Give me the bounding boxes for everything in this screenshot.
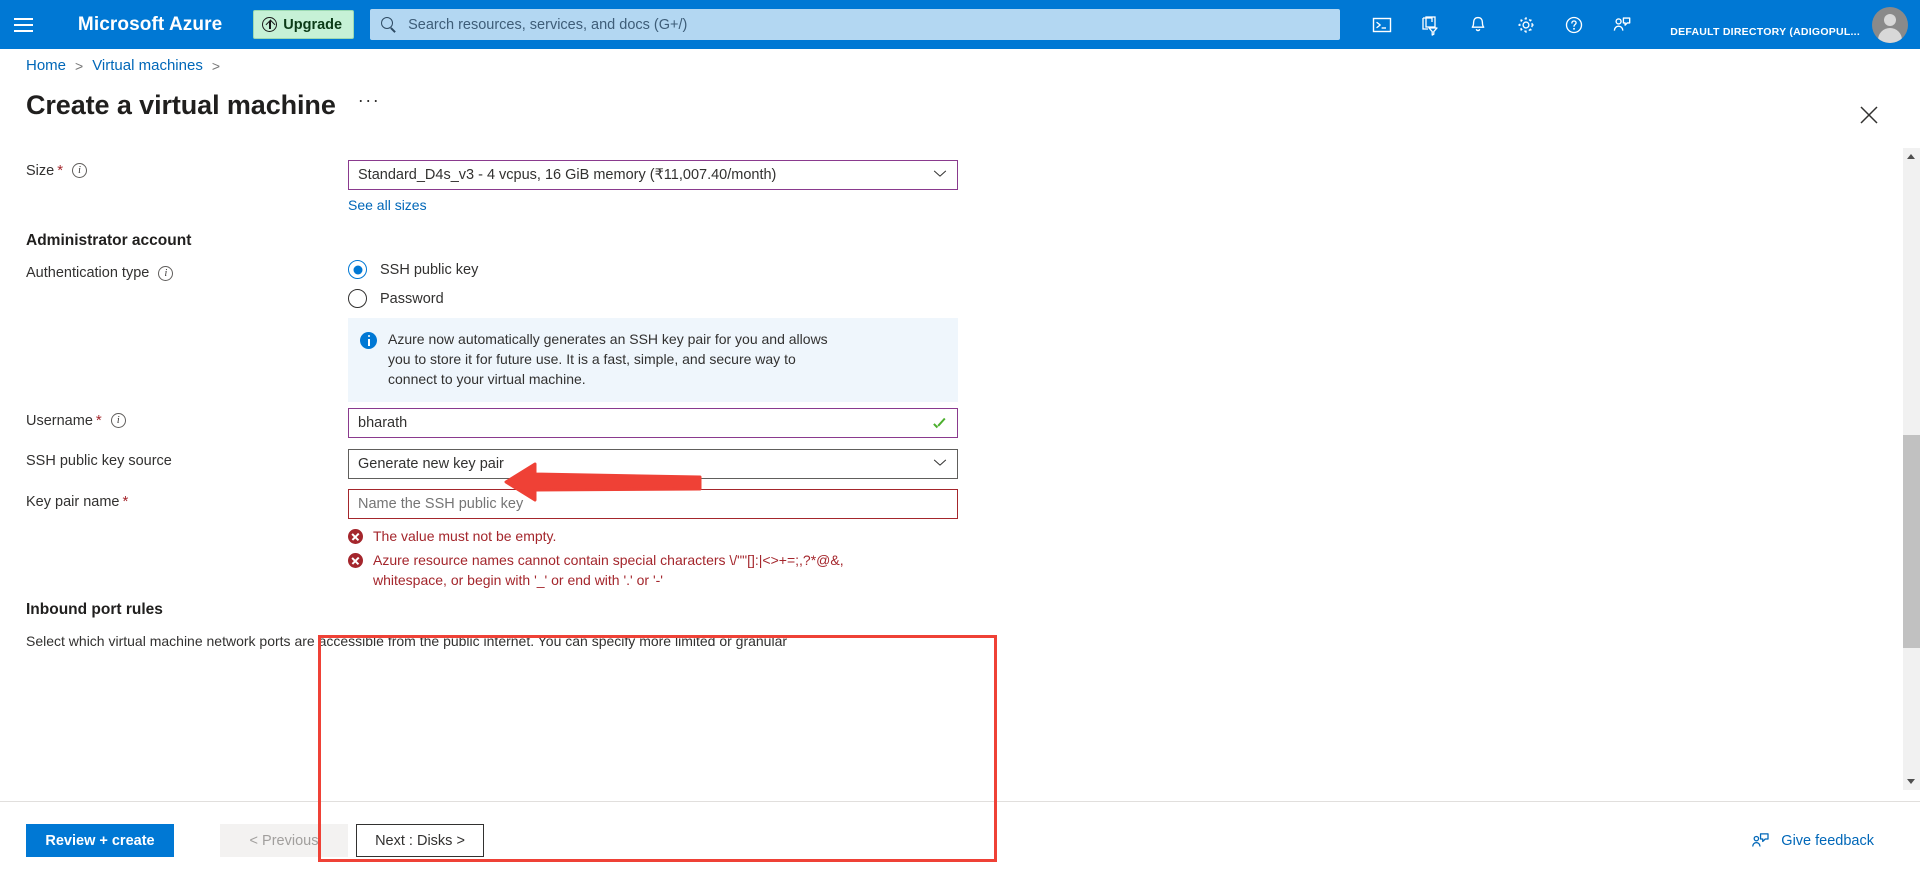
hamburger-menu-icon[interactable] [0, 0, 48, 49]
global-search-box[interactable] [370, 9, 1341, 40]
search-input[interactable] [406, 9, 1331, 40]
scroll-up-arrow-icon[interactable] [1903, 148, 1920, 165]
settings-gear-icon[interactable] [1502, 0, 1550, 49]
administrator-account-section: Administrator account [26, 232, 191, 250]
breadcrumb-item-home[interactable]: Home [26, 57, 66, 74]
key-pair-name-field-group: Name the SSH public key [348, 489, 958, 519]
radio-password[interactable]: Password [348, 289, 478, 308]
username-info-icon[interactable]: i [110, 413, 126, 428]
key-pair-name-validation-errors: The value must not be empty. Azure resou… [348, 527, 913, 595]
upgrade-button-label: Upgrade [283, 16, 343, 33]
give-feedback-button[interactable]: Give feedback [1750, 831, 1874, 851]
search-icon [380, 16, 397, 33]
directories-subscriptions-icon[interactable] [1406, 0, 1454, 49]
username-field-group: bharath [348, 408, 958, 438]
size-field-group: Standard_D4s_v3 - 4 vcpus, 16 GiB memory… [348, 160, 958, 190]
radio-ssh-public-key[interactable]: SSH public key [348, 260, 478, 279]
valid-check-icon [933, 416, 948, 431]
help-question-icon[interactable] [1550, 0, 1598, 49]
upgrade-button[interactable]: Upgrade [253, 10, 355, 39]
authentication-type-label-group: Authentication type i [26, 265, 174, 281]
nav-icon-group [1358, 0, 1646, 49]
see-all-sizes-group: See all sizes [348, 197, 427, 213]
ssh-key-info-text: Azure now automatically generates an SSH… [388, 331, 828, 387]
ssh-key-source-field-group: Generate new key pair [348, 449, 958, 479]
breadcrumb-item-virtual-machines[interactable]: Virtual machines [92, 57, 203, 74]
upgrade-arrow-icon [262, 17, 278, 32]
vm-create-form: Size * i Standard_D4s_v3 - 4 vcpus, 16 G… [0, 150, 1886, 862]
radio-button-selected-icon [348, 260, 367, 279]
chevron-down-icon [934, 169, 947, 182]
more-actions-ellipsis-icon[interactable]: ··· [358, 90, 380, 120]
key-pair-name-input[interactable]: Name the SSH public key [348, 489, 958, 519]
breadcrumb-separator: > [75, 57, 84, 74]
key-pair-name-label: Key pair name * [26, 493, 129, 510]
ssh-key-info-banner: Azure now automatically generates an SSH… [348, 318, 958, 402]
size-label-group: Size * i [26, 162, 88, 179]
avatar[interactable] [1872, 6, 1908, 43]
username-label: Username * i [26, 412, 126, 429]
inbound-port-rules-description-group: Select which virtual machine network por… [26, 633, 787, 649]
authentication-type-radio-group: SSH public key Password [348, 260, 478, 308]
give-feedback-label: Give feedback [1781, 832, 1874, 849]
azure-brand-logo[interactable]: Microsoft Azure [78, 14, 222, 36]
page-title: Create a virtual machine [26, 89, 336, 120]
info-circle-icon [360, 332, 377, 349]
vertical-scrollbar[interactable] [1903, 148, 1920, 790]
ssh-key-source-dropdown[interactable]: Generate new key pair [348, 449, 958, 479]
size-info-icon[interactable]: i [72, 163, 88, 178]
top-navigation-bar: Microsoft Azure Upgrade Search resources… [0, 0, 1920, 49]
review-create-button[interactable]: Review + create [26, 824, 174, 857]
previous-button[interactable]: < Previous [220, 824, 348, 857]
authentication-type-label: Authentication type i [26, 265, 174, 281]
inbound-port-rules-section: Inbound port rules [26, 601, 163, 619]
breadcrumb-separator: > [211, 57, 221, 74]
feedback-person-icon[interactable] [1598, 0, 1646, 49]
username-input[interactable]: bharath [348, 408, 958, 438]
chevron-down-icon [934, 458, 947, 471]
cloud-shell-icon[interactable] [1358, 0, 1406, 49]
page-title-row: Create a virtual machine ··· [0, 82, 1920, 128]
close-icon[interactable] [1856, 102, 1882, 128]
directory-label[interactable]: DEFAULT DIRECTORY (ADIGOPUL... [1670, 26, 1860, 49]
scroll-down-arrow-icon[interactable] [1903, 773, 1920, 790]
size-label: Size * i [26, 162, 88, 179]
see-all-sizes-link[interactable]: See all sizes [348, 197, 427, 213]
username-label-group: Username * i [26, 412, 126, 429]
size-dropdown[interactable]: Standard_D4s_v3 - 4 vcpus, 16 GiB memory… [348, 160, 958, 190]
error-x-icon [348, 529, 363, 544]
error-message: Azure resource names cannot contain spec… [348, 551, 913, 591]
scrollbar-thumb[interactable] [1903, 435, 1920, 648]
section-heading-administrator-account: Administrator account [26, 232, 192, 249]
error-x-icon [348, 552, 363, 568]
breadcrumb: Home > Virtual machines > [0, 49, 1920, 82]
ssh-key-source-label: SSH public key source [26, 453, 172, 469]
notifications-bell-icon[interactable] [1454, 0, 1502, 49]
key-pair-name-label-group: Key pair name * [26, 493, 128, 510]
wizard-footer: Review + create < Previous Next : Disks … [0, 801, 1920, 879]
next-disks-button[interactable]: Next : Disks > [356, 824, 484, 857]
error-message: The value must not be empty. [348, 527, 913, 547]
radio-button-unselected-icon [348, 289, 367, 308]
feedback-person-icon [1750, 831, 1770, 851]
authentication-type-info-icon[interactable]: i [158, 265, 174, 281]
inbound-port-rules-description: Select which virtual machine network por… [26, 633, 788, 649]
section-heading-inbound-port-rules: Inbound port rules [26, 601, 163, 618]
ssh-key-source-label-group: SSH public key source [26, 453, 172, 469]
